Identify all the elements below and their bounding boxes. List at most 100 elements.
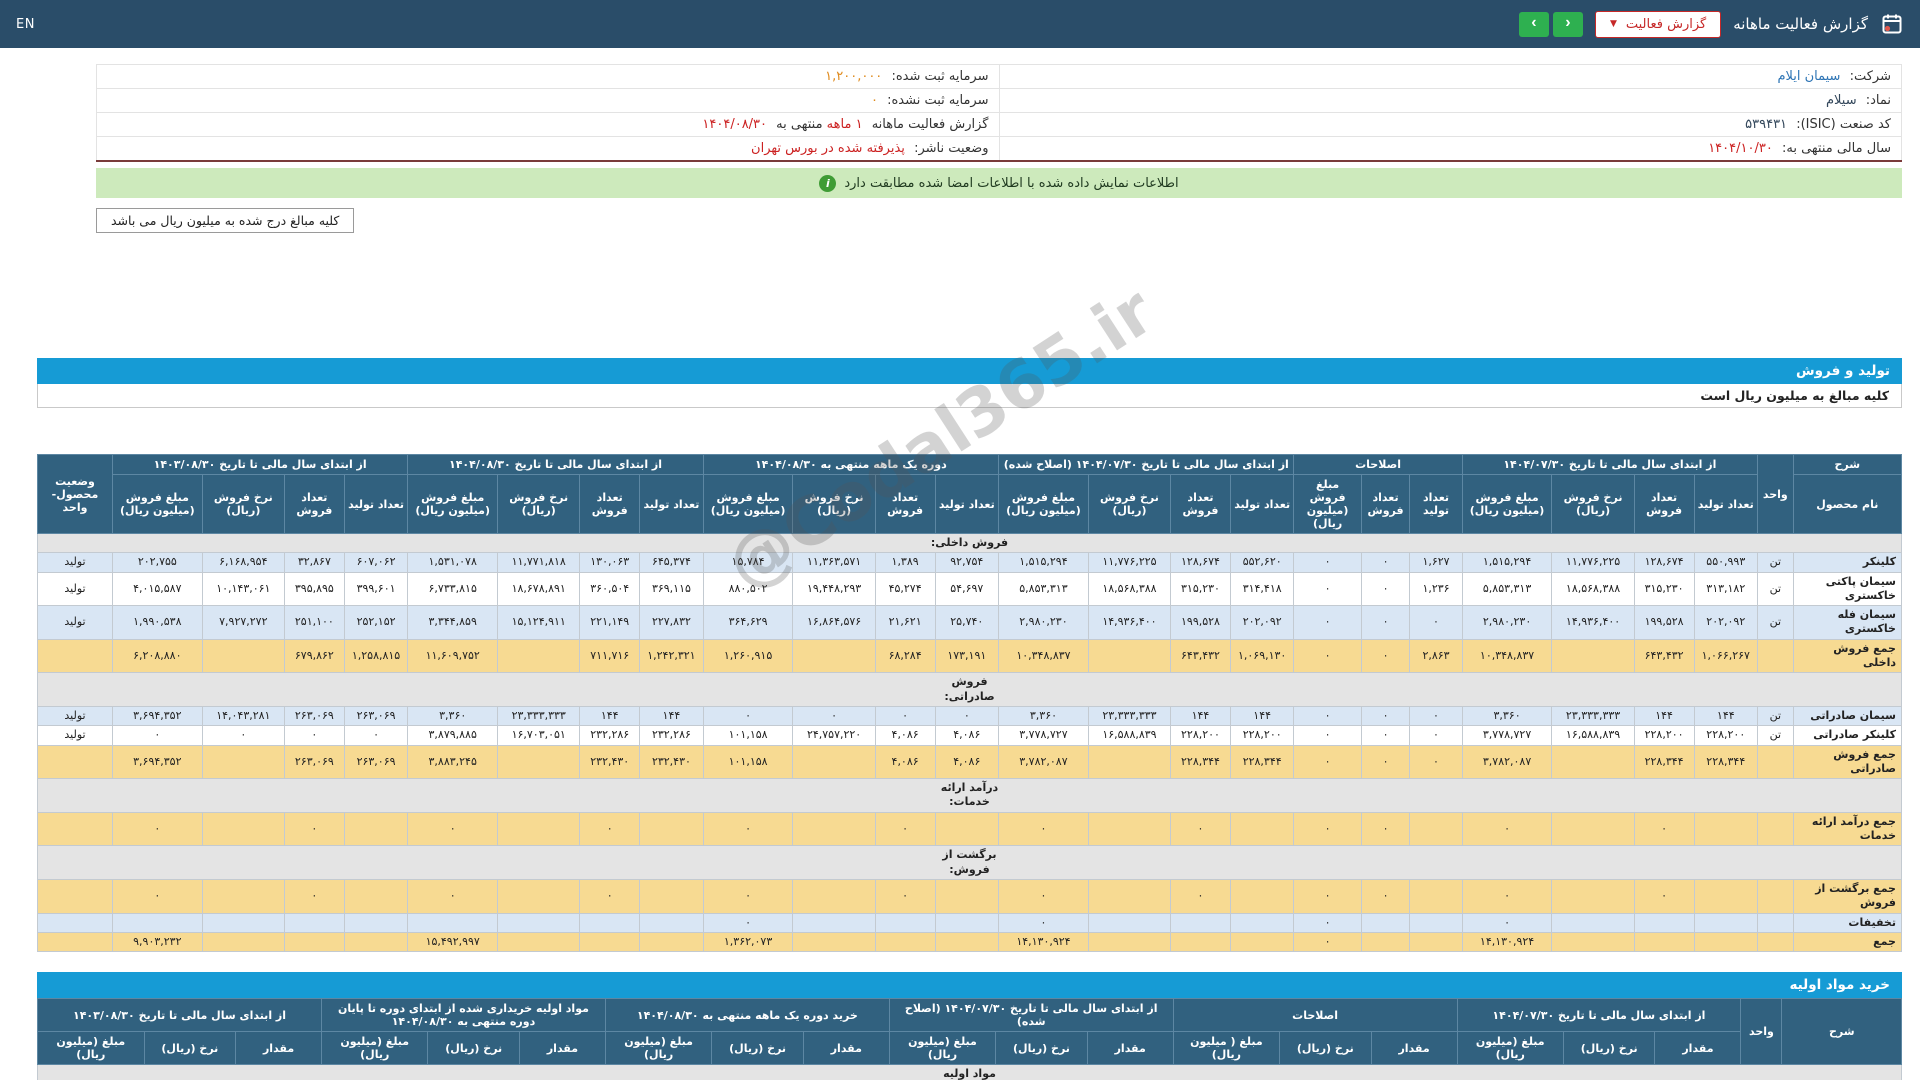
value-cell <box>935 932 999 951</box>
header-period-group: اصلاحات <box>1173 999 1457 1032</box>
header-subcolumn: مبلغ فروش (میلیون ریال) <box>999 475 1089 534</box>
data-row: کلینکرتن۵۵۰,۹۹۳۱۲۸,۶۷۴۱۱,۷۷۶,۲۲۵۱,۵۱۵,۲۹… <box>38 553 1902 572</box>
header-subcolumn: نرخ (ریال) <box>712 1032 804 1065</box>
value-cell: ۰ <box>1462 812 1552 846</box>
value-cell <box>580 913 640 932</box>
value-cell: ۰ <box>875 706 935 725</box>
value-cell: ۶۴۵,۳۷۴ <box>640 553 704 572</box>
value-cell: ۰ <box>703 879 793 913</box>
product-name-cell: سیمان صادراتی <box>1793 706 1901 725</box>
value-cell: ۰ <box>1294 606 1361 640</box>
header-subcolumn: تعداد تولید <box>1410 475 1462 534</box>
value-cell: ۲۳۲,۲۸۶ <box>580 726 640 745</box>
value-cell: ۱۸,۵۶۸,۳۸۸ <box>1088 572 1170 606</box>
registered-capital-label: سرمایه ثبت شده: <box>891 69 988 84</box>
value-cell: ۶۸,۲۸۴ <box>875 639 935 673</box>
codal-monthly-activity-page: { "colors": { "topbar_bg": "#2a4d69", "s… <box>0 0 1920 1080</box>
value-cell: ۱۵,۷۸۴ <box>703 553 793 572</box>
value-cell <box>1552 913 1634 932</box>
value-cell: ۴,۰۱۵,۵۸۷ <box>112 572 202 606</box>
value-cell: ۷,۹۲۷,۲۷۲ <box>202 606 284 640</box>
report-type-dropdown[interactable]: گزارش فعالیت ▼ <box>1595 11 1721 38</box>
header-subcolumn: مبلغ فروش (میلیون ریال) <box>112 475 202 534</box>
value-cell <box>202 879 284 913</box>
fiscal-year-label: سال مالی منتهی به: <box>1782 141 1891 156</box>
value-cell: ۳۱۴,۴۱۸ <box>1230 572 1294 606</box>
next-report-button[interactable]: › <box>1553 12 1583 37</box>
value-cell <box>498 913 580 932</box>
product-name-cell: جمع برگشت از فروش <box>1793 879 1901 913</box>
header-subcolumn: تعداد فروش <box>1171 475 1231 534</box>
value-cell: ۱,۹۹۰,۵۳۸ <box>112 606 202 640</box>
value-cell: ۳,۳۶۰ <box>408 706 498 725</box>
product-name-cell: تخفیفات <box>1793 913 1901 932</box>
value-cell: ۰ <box>1294 913 1361 932</box>
value-cell <box>1552 812 1634 846</box>
value-cell: ۰ <box>1410 706 1462 725</box>
value-cell <box>640 932 704 951</box>
header-subcolumn: مبلغ فروش (میلیون ریال) <box>703 475 793 534</box>
value-cell: ۰ <box>1294 639 1361 673</box>
value-cell: ۸۸۰,۵۰۲ <box>703 572 793 606</box>
value-cell: ۳,۶۹۴,۳۵۲ <box>112 745 202 779</box>
data-row: سیمان پاکتی خاکستریتن۳۱۳,۱۸۲۳۱۵,۲۳۰۱۸,۵۶… <box>38 572 1902 606</box>
value-cell <box>202 745 284 779</box>
header-subcolumn: مبلغ ( میلیون ریال) <box>1173 1032 1279 1065</box>
value-cell <box>408 913 498 932</box>
company-link[interactable]: سیمان ایلام <box>1777 69 1840 84</box>
value-cell: ۰ <box>1361 572 1410 606</box>
value-cell: ۰ <box>408 879 498 913</box>
value-cell: ۳,۳۴۴,۸۵۹ <box>408 606 498 640</box>
value-cell <box>1088 932 1170 951</box>
value-cell <box>344 932 408 951</box>
header-period-group: از ابتدای سال مالی تا تاریخ ۱۴۰۴/۰۷/۳۰ <box>1457 999 1741 1032</box>
value-cell: ۰ <box>284 879 344 913</box>
value-cell <box>1088 879 1170 913</box>
value-cell <box>1552 745 1634 779</box>
header-period-group: از ابتدای سال مالی تا تاریخ ۱۴۰۴/۰۷/۳۰ (… <box>889 999 1173 1032</box>
prev-report-button[interactable]: ‹ <box>1519 12 1549 37</box>
value-cell <box>1361 913 1410 932</box>
value-cell: ۱,۰۶۹,۱۳۰ <box>1230 639 1294 673</box>
value-cell: ۱۰,۳۴۸,۸۳۷ <box>1462 639 1552 673</box>
value-cell <box>1230 913 1294 932</box>
value-cell: ۳,۷۷۸,۷۲۷ <box>1462 726 1552 745</box>
data-row: جمع فروش داخلی۱,۰۶۶,۲۶۷۶۴۳,۴۳۲۱۰,۳۴۸,۸۳۷… <box>38 639 1902 673</box>
value-cell: ۵۵۲,۶۲۰ <box>1230 553 1294 572</box>
header-period-group: خرید دوره یک ماهه منتهی به ۱۴۰۴/۰۸/۳۰ <box>605 999 889 1032</box>
section-subtitle: کلیه مبالغ به میلیون ریال است <box>37 384 1902 408</box>
value-cell: ۰ <box>935 706 999 725</box>
header-subcolumn: مبلغ (میلیون ریال) <box>38 1032 145 1065</box>
value-cell: ۰ <box>1294 553 1361 572</box>
value-cell: ۱,۲۳۶ <box>1410 572 1462 606</box>
status-cell: تولید <box>38 572 113 606</box>
status-cell: تولید <box>38 706 113 725</box>
value-cell: ۰ <box>1410 726 1462 745</box>
value-cell: ۱۱,۶۰۹,۷۵۲ <box>408 639 498 673</box>
value-cell <box>1552 639 1634 673</box>
data-row: جمع درآمد ارائه خدمات۰۰۰۰۰۰۰۰۰۰۰۰ <box>38 812 1902 846</box>
value-cell <box>1230 879 1294 913</box>
language-toggle-en[interactable]: EN <box>16 17 35 32</box>
value-cell: ۲,۸۶۳ <box>1410 639 1462 673</box>
value-cell: ۲,۹۸۰,۲۳۰ <box>999 606 1089 640</box>
value-cell: ۱۸,۵۶۸,۳۸۸ <box>1552 572 1634 606</box>
issuer-status-label: وضعیت ناشر: <box>914 141 988 156</box>
value-cell: ۲۲۸,۳۴۴ <box>1694 745 1758 779</box>
value-cell: ۱۵,۴۹۲,۹۹۷ <box>408 932 498 951</box>
group-label: درآمد ارائه خدمات: <box>38 779 1902 813</box>
report-period-suffix: منتهی به <box>776 117 822 132</box>
header-period-group: از ابتدای سال مالی تا تاریخ ۱۴۰۳/۰۸/۳۰ <box>38 999 322 1032</box>
value-cell <box>202 812 284 846</box>
value-cell: ۱۰۱,۱۵۸ <box>703 726 793 745</box>
value-cell: ۰ <box>1361 553 1410 572</box>
value-cell: ۱۶,۷۰۳,۰۵۱ <box>498 726 580 745</box>
value-cell: ۲۲۸,۳۴۴ <box>1634 745 1694 779</box>
value-cell: ۴,۰۸۶ <box>875 745 935 779</box>
value-cell: ۱,۲۴۲,۳۲۱ <box>640 639 704 673</box>
value-cell <box>498 812 580 846</box>
info-row: سال مالی منتهی به: ۱۴۰۴/۱۰/۳۰ وضعیت ناشر… <box>97 137 1902 162</box>
value-cell <box>1694 812 1758 846</box>
value-cell: ۳,۳۶۰ <box>999 706 1089 725</box>
product-name-cell: جمع درآمد ارائه خدمات <box>1793 812 1901 846</box>
